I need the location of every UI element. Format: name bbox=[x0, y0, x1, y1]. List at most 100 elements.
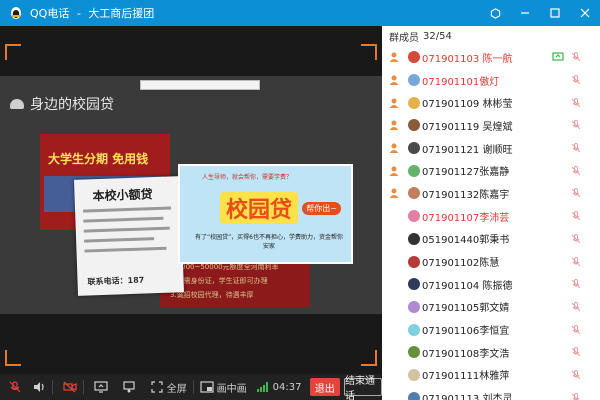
window-controls bbox=[480, 0, 600, 26]
user-icon bbox=[389, 75, 399, 86]
frame-corner bbox=[361, 44, 377, 60]
share-screen-icon bbox=[94, 381, 108, 393]
poster-footer: 联系电话：187 bbox=[87, 275, 145, 287]
red-board-line: 2.只需身份证，学生证即可办理 bbox=[170, 277, 268, 285]
mic-muted-icon[interactable] bbox=[570, 165, 582, 177]
photo-red-banner-text: 大学生分期 免用钱 bbox=[48, 152, 149, 166]
pip-icon bbox=[200, 381, 214, 393]
speaker-icon bbox=[34, 382, 44, 392]
frame-corner bbox=[361, 350, 377, 366]
member-count: 32/54 bbox=[423, 30, 452, 42]
mic-muted-icon[interactable] bbox=[570, 119, 582, 131]
member-row[interactable]: 071901108李文浩 bbox=[382, 341, 600, 364]
avatar bbox=[408, 51, 420, 64]
member-row[interactable]: 071901102陈慧 bbox=[382, 250, 600, 273]
member-name: 071901104 陈振德 bbox=[422, 280, 513, 292]
call-control-bar: 全屏 画中画 04:37 退出 结束通话 bbox=[0, 374, 382, 400]
member-row[interactable]: 071901113 刘杰灵 bbox=[382, 386, 600, 400]
poster-text-line bbox=[84, 237, 155, 243]
mic-muted-icon[interactable] bbox=[570, 301, 582, 313]
fullscreen-label: 全屏 bbox=[166, 383, 187, 395]
member-panel: 群成员 32/54 071901103 陈一航 071901101傲灯 071901… bbox=[382, 26, 600, 400]
member-row[interactable]: 071901104 陈振德 bbox=[382, 273, 600, 296]
member-panel-header: 群成员 32/54 bbox=[382, 26, 600, 46]
presenter-button[interactable] bbox=[122, 374, 136, 400]
mic-toggle-button[interactable] bbox=[8, 374, 22, 400]
poster-text-line bbox=[83, 216, 164, 223]
ad-top-text: 人生导师，就会帮你，需要学费？ bbox=[202, 174, 293, 181]
mic-muted-icon[interactable] bbox=[570, 210, 582, 222]
mic-muted-icon[interactable] bbox=[570, 369, 582, 381]
call-timer: 04:37 bbox=[272, 381, 302, 393]
avatar bbox=[408, 368, 420, 381]
member-row[interactable]: 071901119 吴煌斌 bbox=[382, 114, 600, 137]
user-icon bbox=[389, 188, 399, 199]
member-row[interactable]: 071901105郭文婧 bbox=[382, 296, 600, 319]
close-icon bbox=[580, 8, 590, 18]
share-screen-button[interactable] bbox=[94, 374, 108, 400]
avatar bbox=[408, 119, 420, 132]
minimize-button[interactable] bbox=[510, 0, 540, 26]
member-row[interactable]: 071901107李沛芸 bbox=[382, 205, 600, 228]
avatar bbox=[408, 323, 420, 336]
member-row[interactable]: 051901440郭秉书 bbox=[382, 228, 600, 251]
member-row[interactable]: 071901111林雅萍 bbox=[382, 364, 600, 387]
mic-muted-icon[interactable] bbox=[570, 278, 582, 290]
group-name: 大工商后援团 bbox=[88, 7, 155, 20]
mic-muted-icon[interactable] bbox=[570, 142, 582, 154]
mic-muted-icon[interactable] bbox=[570, 256, 582, 268]
member-row[interactable]: 071901127张嘉静 bbox=[382, 159, 600, 182]
speaker-button[interactable] bbox=[32, 374, 46, 400]
poster-text-line bbox=[83, 226, 170, 233]
member-row[interactable]: 071901101傲灯 bbox=[382, 69, 600, 92]
member-name: 071901113 刘杰灵 bbox=[422, 394, 513, 400]
member-list: 071901103 陈一航 071901101傲灯 071901109 林彬莹 071… bbox=[382, 46, 600, 400]
title-bar: QQ电话 - 大工商后援团 bbox=[0, 0, 600, 26]
exit-button[interactable]: 退出 bbox=[309, 378, 341, 396]
minimize-icon bbox=[521, 12, 529, 14]
camera-toggle-button[interactable] bbox=[63, 374, 77, 400]
hexagon-settings-icon bbox=[490, 7, 500, 19]
picture-in-picture-button[interactable]: 画中画 bbox=[200, 374, 247, 400]
member-name: 051901440郭秉书 bbox=[422, 235, 510, 247]
divider bbox=[52, 380, 53, 394]
screen-share-icon bbox=[552, 52, 564, 61]
maximize-button[interactable] bbox=[540, 0, 570, 26]
mic-muted-icon[interactable] bbox=[570, 392, 582, 400]
member-name: 071901127张嘉静 bbox=[422, 167, 510, 179]
mic-muted-icon[interactable] bbox=[570, 51, 582, 63]
settings-button[interactable] bbox=[480, 0, 510, 26]
mic-muted-icon bbox=[9, 381, 21, 393]
member-row[interactable]: 071901103 陈一航 bbox=[382, 46, 600, 69]
mic-muted-icon[interactable] bbox=[570, 346, 582, 358]
ad-subtext: 有了“校园贷”，买得6也不再担心，学费助力，资金帮你安家 bbox=[194, 234, 344, 250]
close-button[interactable] bbox=[570, 0, 600, 26]
frame-corner bbox=[5, 44, 21, 60]
member-name: 071901111林雅萍 bbox=[422, 371, 510, 383]
member-row[interactable]: 071901121 谢顺旺 bbox=[382, 137, 600, 160]
window-title: QQ电话 - 大工商后援团 bbox=[30, 5, 154, 21]
mic-muted-icon[interactable] bbox=[570, 187, 582, 199]
mic-muted-icon[interactable] bbox=[570, 233, 582, 245]
shared-slide: 身边的校园贷 大学生分期 免用钱 1.2000~50000元额度全河南利率 2.… bbox=[0, 76, 382, 314]
avatar bbox=[408, 187, 420, 200]
member-name: 071901106李恒宜 bbox=[422, 326, 510, 338]
fullscreen-button[interactable]: 全屏 bbox=[150, 374, 187, 400]
member-row[interactable]: 071901109 林彬莹 bbox=[382, 91, 600, 114]
signal-strength-icon bbox=[256, 382, 269, 392]
poster-text-line bbox=[83, 206, 172, 213]
avatar bbox=[408, 278, 420, 291]
member-name: 071901132陈嘉宇 bbox=[422, 189, 510, 201]
member-name: 071901121 谢顺旺 bbox=[422, 144, 513, 156]
ad-banner: 人生导师，就会帮你，需要学费？ 校园贷 帮你出~ 有了“校园贷”，买得6也不再担… bbox=[178, 164, 353, 264]
mic-muted-icon[interactable] bbox=[570, 324, 582, 336]
video-area[interactable]: 身边的校园贷 大学生分期 免用钱 1.2000~50000元额度全河南利率 2.… bbox=[0, 26, 382, 374]
member-row[interactable]: 071901132陈嘉宇 bbox=[382, 182, 600, 205]
end-call-button[interactable]: 结束通话 bbox=[344, 376, 382, 400]
member-row[interactable]: 071901106李恒宜 bbox=[382, 318, 600, 341]
avatar bbox=[408, 346, 420, 359]
mic-muted-icon[interactable] bbox=[570, 74, 582, 86]
user-icon bbox=[389, 52, 399, 63]
app-name: QQ电话 bbox=[30, 7, 70, 20]
mic-muted-icon[interactable] bbox=[570, 97, 582, 109]
